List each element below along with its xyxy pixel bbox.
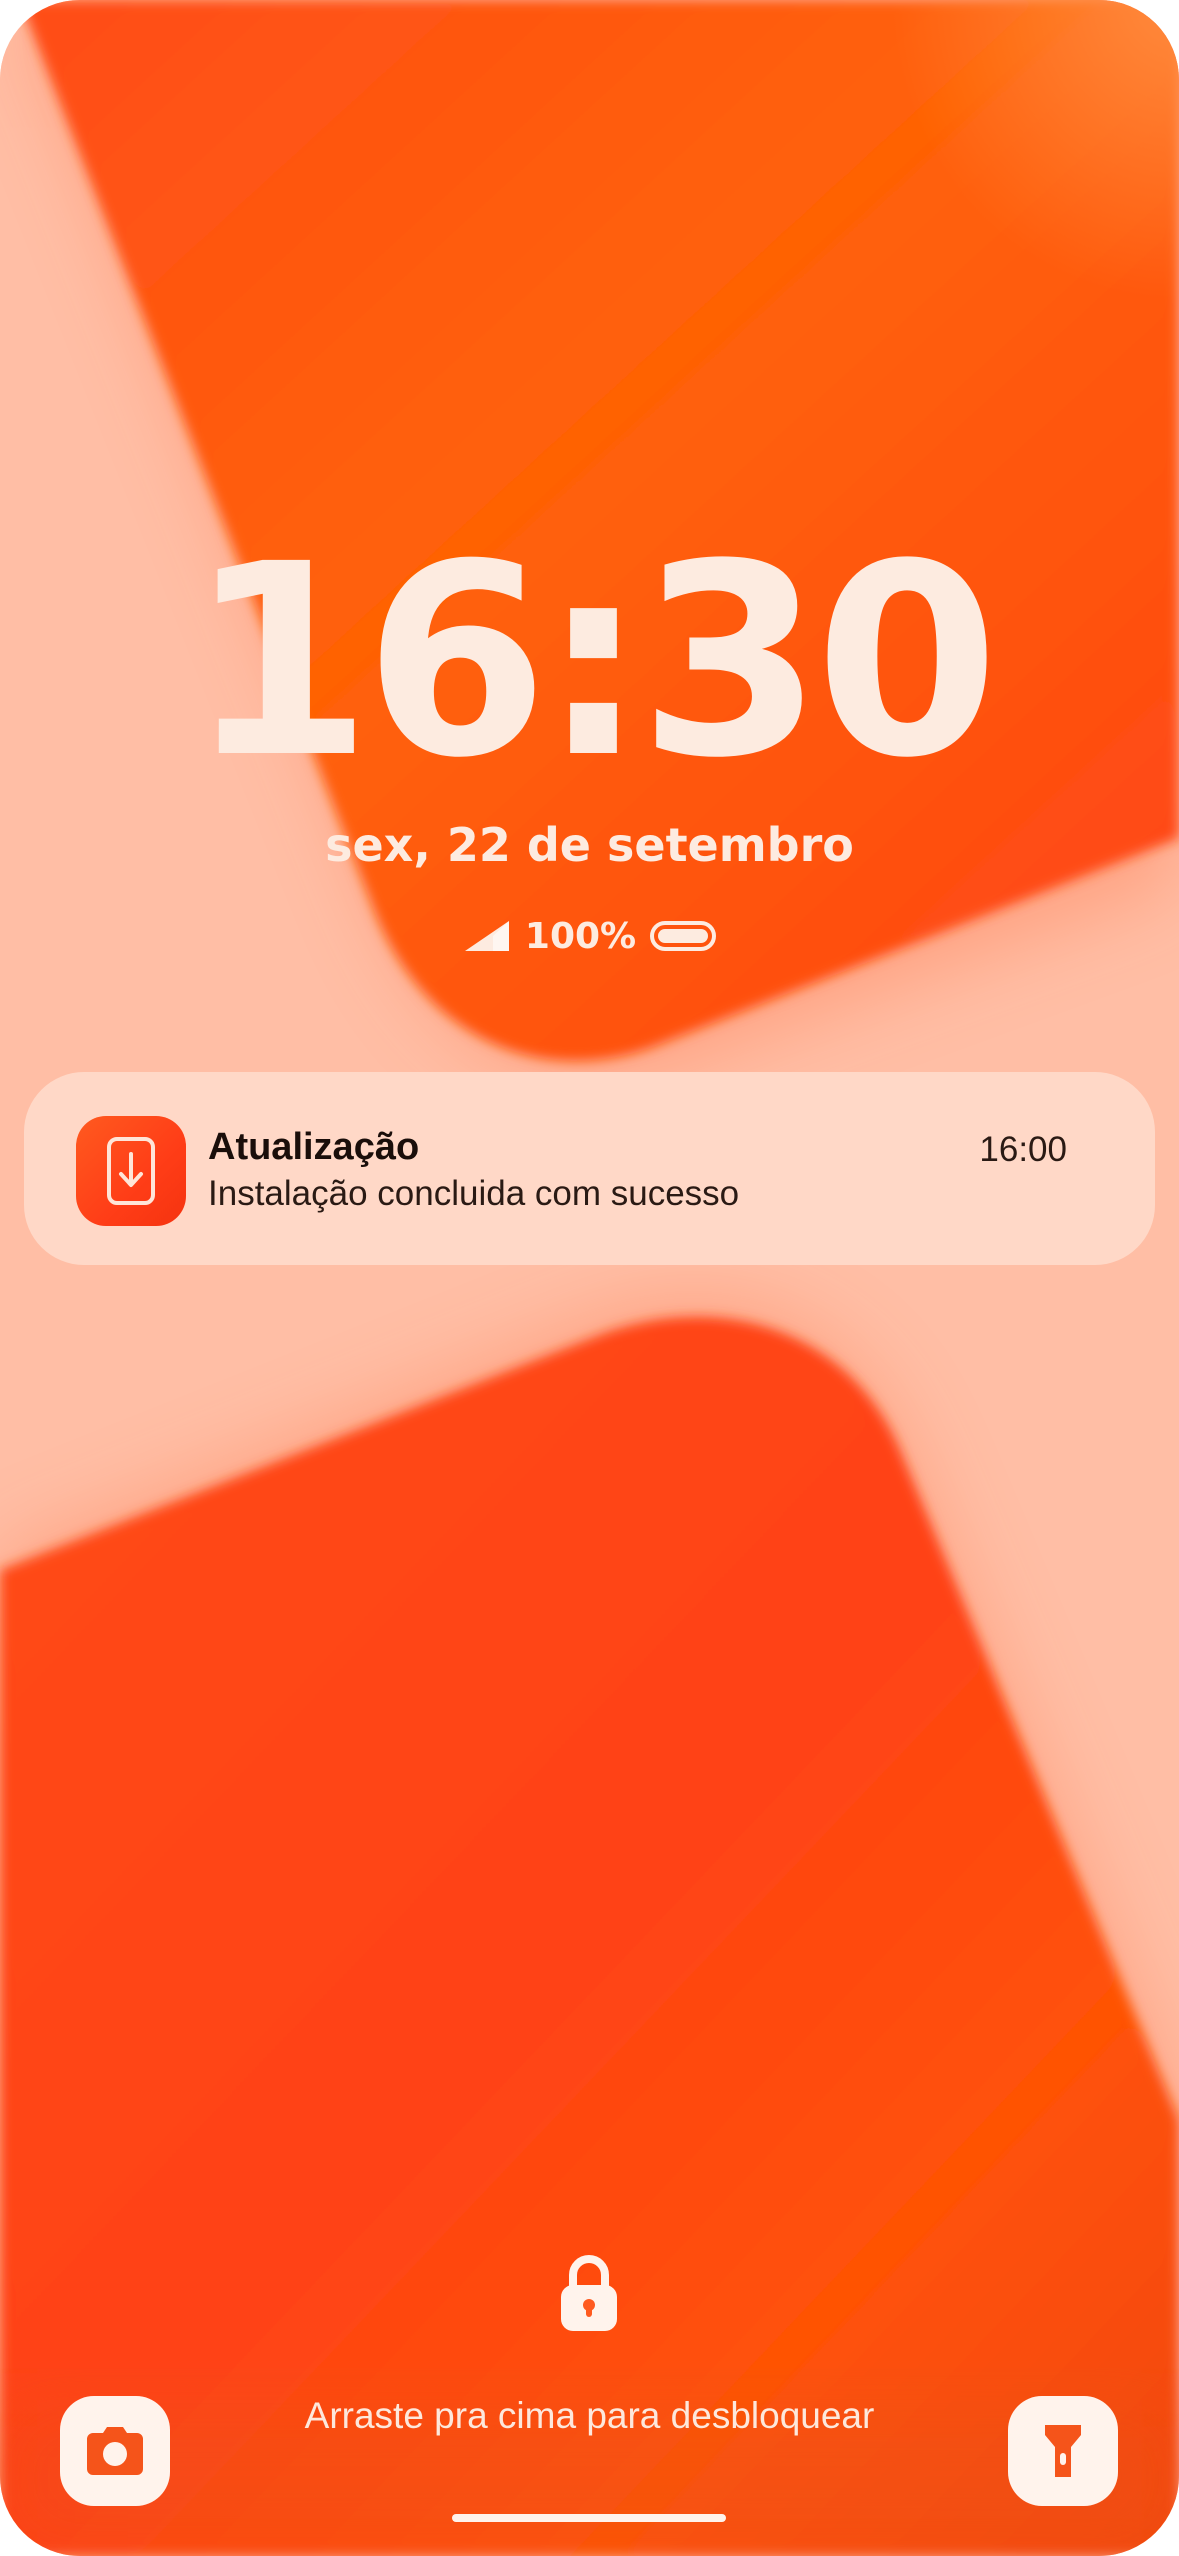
notification-card[interactable]: Atualização Instalação concluida com suc… xyxy=(24,1072,1155,1265)
status-row: 100% xyxy=(0,912,1179,960)
download-icon xyxy=(76,1116,186,1226)
signal-icon xyxy=(464,921,509,951)
flashlight-shortcut-button[interactable] xyxy=(1008,2396,1118,2506)
flashlight-icon xyxy=(1045,2425,1081,2477)
notification-body: Instalação concluida com sucesso xyxy=(208,1174,740,1213)
notification-time: 16:00 xyxy=(979,1130,1067,1169)
wallpaper xyxy=(0,0,1179,2556)
unlock-hint: Arraste pra cima para desbloquear xyxy=(304,2395,875,2436)
battery-percent: 100% xyxy=(524,915,637,957)
lock-screen: 16:30 sex, 22 de setembro 100% Atualizaç… xyxy=(0,0,1179,2556)
notification-title: Atualização xyxy=(208,1126,420,1168)
lock-date: sex, 22 de setembro xyxy=(325,818,854,872)
home-indicator[interactable] xyxy=(452,2514,726,2522)
battery-icon xyxy=(650,921,717,951)
lock-clock: 16:30 xyxy=(187,508,1000,816)
lock-icon xyxy=(561,2255,617,2331)
